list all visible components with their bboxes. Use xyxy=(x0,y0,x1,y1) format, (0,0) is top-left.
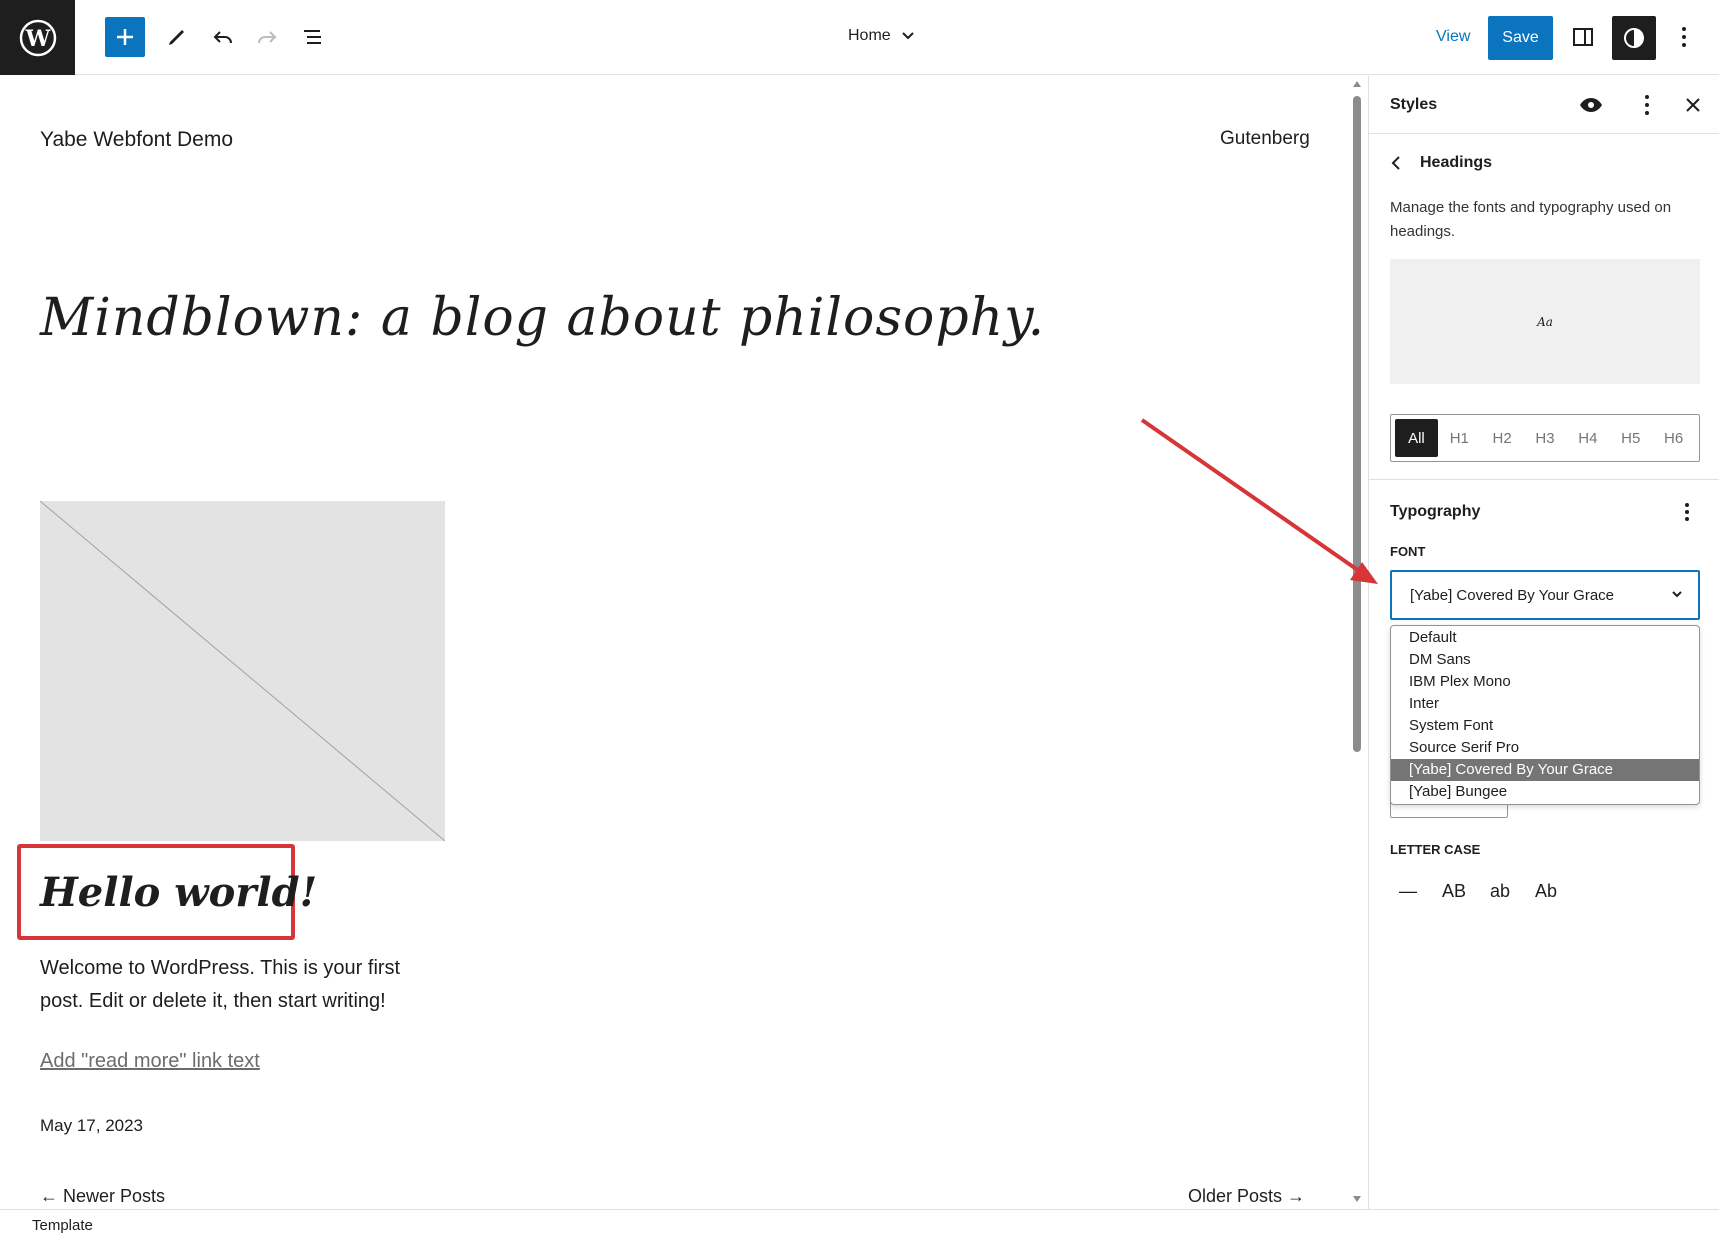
post-excerpt[interactable]: Welcome to WordPress. This is your first… xyxy=(40,952,430,1018)
redo-button[interactable] xyxy=(247,17,287,57)
chevron-down-icon xyxy=(901,32,914,40)
styles-button[interactable] xyxy=(1612,16,1656,60)
font-label: FONT xyxy=(1390,544,1426,559)
more-vertical-icon xyxy=(1685,503,1689,521)
close-sidebar-button[interactable] xyxy=(1680,92,1706,118)
undo-button[interactable] xyxy=(203,17,243,57)
typography-preview: Aa xyxy=(1390,259,1700,384)
font-dropdown-list: Default DM Sans IBM Plex Mono Inter Syst… xyxy=(1390,625,1700,805)
sidebar-toggle-icon xyxy=(1573,28,1593,46)
level-all[interactable]: All xyxy=(1395,419,1438,457)
level-h4[interactable]: H4 xyxy=(1566,419,1609,457)
styles-more-button[interactable] xyxy=(1634,92,1660,118)
save-button[interactable]: Save xyxy=(1488,16,1553,60)
navigation-link[interactable]: Gutenberg xyxy=(1220,128,1310,150)
letter-case-options: — AB ab Ab xyxy=(1390,873,1564,909)
canvas-scrollbar[interactable] xyxy=(1350,76,1364,1209)
font-option[interactable]: DM Sans xyxy=(1391,649,1699,671)
font-select-value: [Yabe] Covered By Your Grace xyxy=(1410,586,1615,604)
older-posts-link[interactable]: Older Posts → xyxy=(1188,1186,1305,1207)
contrast-icon xyxy=(1624,28,1644,48)
styles-sidebar: Styles Headings Manage the fonts and typ… xyxy=(1368,76,1719,1209)
letter-case-capitalize[interactable]: Ab xyxy=(1528,873,1564,909)
font-select[interactable]: [Yabe] Covered By Your Grace xyxy=(1390,570,1700,620)
view-button[interactable]: View xyxy=(1436,28,1470,46)
add-block-button[interactable] xyxy=(105,17,145,57)
letter-case-lowercase[interactable]: ab xyxy=(1482,873,1518,909)
scroll-down-icon[interactable] xyxy=(1350,1193,1364,1205)
level-h3[interactable]: H3 xyxy=(1524,419,1567,457)
preview-text: Aa xyxy=(1537,314,1553,329)
close-icon xyxy=(1686,98,1700,112)
font-option[interactable]: Default xyxy=(1391,627,1699,649)
editor-canvas: Yabe Webfont Demo Gutenberg Mindblown: a… xyxy=(0,76,1347,1209)
font-option[interactable]: [Yabe] Bungee xyxy=(1391,781,1699,803)
placeholder-diagonal-icon xyxy=(39,500,446,842)
typography-options-button[interactable] xyxy=(1677,500,1697,524)
font-option[interactable]: Inter xyxy=(1391,693,1699,715)
newer-posts-link[interactable]: ← Newer Posts xyxy=(40,1186,165,1207)
section-divider xyxy=(1369,479,1719,480)
list-view-button[interactable] xyxy=(293,17,333,57)
eye-icon xyxy=(1580,98,1602,112)
undo-icon xyxy=(213,31,232,44)
level-h5[interactable]: H5 xyxy=(1609,419,1652,457)
tools-button[interactable] xyxy=(157,17,197,57)
document-title: Home xyxy=(848,27,891,44)
font-option[interactable]: Source Serif Pro xyxy=(1391,737,1699,759)
plus-icon xyxy=(117,29,133,45)
blog-heading[interactable]: Mindblown: a blog about philosophy. xyxy=(40,288,1045,348)
more-vertical-icon xyxy=(1682,27,1686,47)
level-h1[interactable]: H1 xyxy=(1438,419,1481,457)
editor-top-bar: W Home View Save xyxy=(0,0,1719,75)
read-more-link[interactable]: Add "read more" link text xyxy=(40,1050,260,1073)
heading-level-toggle: All H1 H2 H3 H4 H5 H6 xyxy=(1390,414,1700,462)
post-date[interactable]: May 17, 2023 xyxy=(40,1116,143,1136)
font-option[interactable]: System Font xyxy=(1391,715,1699,737)
sidebar-title: Styles xyxy=(1390,96,1438,113)
sidebar-header: Styles xyxy=(1369,76,1719,134)
font-option[interactable]: IBM Plex Mono xyxy=(1391,671,1699,693)
post-title[interactable]: Hello world! xyxy=(40,869,317,916)
more-vertical-icon xyxy=(1645,95,1649,115)
editor-footer: Template xyxy=(0,1209,1719,1240)
scroll-up-icon[interactable] xyxy=(1350,78,1364,90)
document-title-button[interactable]: Home xyxy=(848,27,915,45)
style-book-button[interactable] xyxy=(1578,92,1604,118)
section-title: Headings xyxy=(1420,154,1493,171)
level-h6[interactable]: H6 xyxy=(1652,419,1695,457)
svg-text:W: W xyxy=(24,26,50,52)
list-view-icon xyxy=(304,30,321,44)
back-navigation[interactable]: Headings xyxy=(1390,154,1492,172)
letter-case-none[interactable]: — xyxy=(1390,873,1426,909)
options-button[interactable] xyxy=(1664,17,1704,57)
breadcrumb[interactable]: Template xyxy=(32,1217,93,1234)
level-h2[interactable]: H2 xyxy=(1481,419,1524,457)
chevron-down-icon xyxy=(1672,591,1682,598)
redo-icon xyxy=(258,31,277,44)
wordpress-logo-icon[interactable]: W xyxy=(0,0,75,75)
chevron-left-icon xyxy=(1391,156,1400,170)
section-description: Manage the fonts and typography used on … xyxy=(1390,199,1672,240)
font-option-selected[interactable]: [Yabe] Covered By Your Grace xyxy=(1391,759,1699,781)
letter-case-label: LETTER CASE xyxy=(1390,842,1481,857)
letter-case-uppercase[interactable]: AB xyxy=(1436,873,1472,909)
featured-image-placeholder[interactable] xyxy=(39,500,446,842)
site-title[interactable]: Yabe Webfont Demo xyxy=(40,128,233,152)
settings-sidebar-button[interactable] xyxy=(1563,17,1603,57)
scrollbar-thumb[interactable] xyxy=(1353,96,1361,752)
pencil-icon xyxy=(169,30,184,45)
typography-title: Typography xyxy=(1390,503,1481,520)
